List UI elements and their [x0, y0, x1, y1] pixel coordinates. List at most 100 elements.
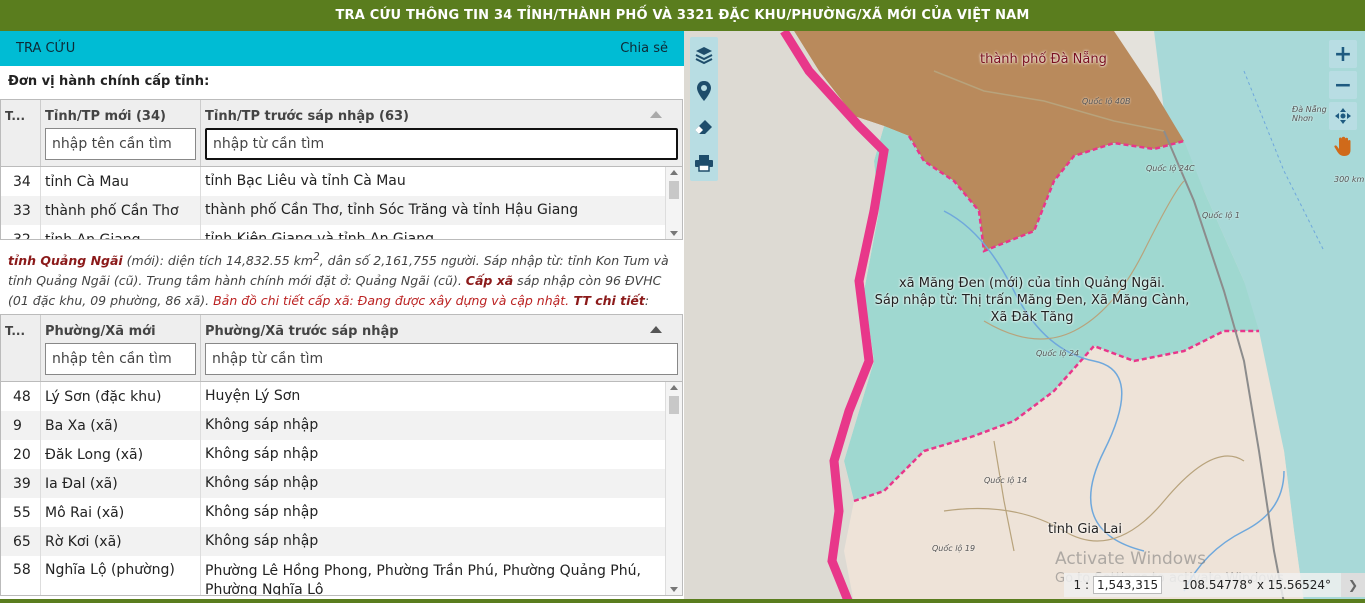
scroll-down-icon[interactable] [670, 231, 678, 236]
new-province-filter-input[interactable] [45, 128, 196, 160]
cell-new: Nghĩa Lộ (phường) [41, 556, 201, 595]
hand-icon[interactable] [1329, 133, 1357, 161]
table-row[interactable]: 20 Đăk Long (xã) Không sáp nhập [1, 440, 682, 469]
old-commune-filter-input[interactable] [205, 343, 678, 375]
road-label: Quốc lộ 19 [932, 544, 976, 553]
table-row[interactable]: 39 Ia Đal (xã) Không sáp nhập [1, 469, 682, 498]
map-statusbar: 1 : 1,543,315 108.54778° x 15.56524° ❯ [1063, 573, 1365, 597]
scale-value[interactable]: 1,543,315 [1093, 576, 1163, 594]
cell-old: Không sáp nhập [205, 417, 319, 434]
app-title: TRA CỨU THÔNG TIN 34 TỈNH/THÀNH PHỐ VÀ 3… [0, 0, 1365, 31]
scroll-up-icon[interactable] [670, 385, 678, 390]
road-label: Quốc lộ 24 [1036, 349, 1080, 358]
province-grid-scrollbar[interactable] [665, 167, 682, 239]
cell-stt: 48 [1, 382, 41, 411]
column-old-label: Phường/Xã trước sáp nhập [205, 323, 399, 339]
route-label: 300 km [1334, 175, 1365, 184]
map-note: Bản đồ chi tiết cấp xã: Đang được xây dự… [213, 293, 570, 309]
map-view[interactable]: thành phố Đà Nẵng xã Măng Đen (mới) của … [684, 31, 1365, 603]
selected-commune-label: xã Măng Đen (mới) của tỉnh Quảng Ngãi. S… [874, 276, 1190, 325]
cell-stt: 34 [1, 167, 41, 196]
commune-grid-header: T... Phường/Xã mới Phường/Xã trước sáp n… [1, 315, 682, 382]
road-label: Quốc lộ 40B [1082, 97, 1131, 106]
commune-grid-scrollbar[interactable] [665, 382, 682, 595]
eraser-icon[interactable] [690, 109, 718, 145]
scroll-thumb[interactable] [669, 396, 679, 414]
layers-icon[interactable] [690, 37, 718, 73]
map-toolbar [690, 37, 718, 181]
details-link[interactable]: TT chi tiết [569, 293, 645, 308]
cell-stt: 9 [1, 411, 41, 440]
table-row[interactable]: 32 tỉnh An Giang tỉnh Kiên Giang và tỉnh… [1, 225, 682, 239]
commune-grid: T... Phường/Xã mới Phường/Xã trước sáp n… [0, 314, 683, 596]
old-province-filter-input[interactable] [205, 128, 678, 160]
left-panel: TRA CỨU Chia sẻ Đơn vị hành chính cấp tỉ… [0, 31, 684, 603]
cell-new: Mô Rai (xã) [41, 498, 201, 527]
zoom-out-icon[interactable]: − [1329, 71, 1357, 99]
cell-old: Không sáp nhập [205, 475, 319, 492]
scroll-thumb[interactable] [669, 181, 679, 199]
commune-level-label: Cấp xã [465, 273, 514, 289]
table-row[interactable]: 33 thành phố Cần Thơ thành phố Cần Thơ, … [1, 196, 682, 225]
cell-stt: 32 [1, 225, 41, 239]
column-stt[interactable]: T... [1, 315, 41, 381]
search-tab[interactable]: TRA CỨU [16, 41, 75, 56]
cell-new: Lý Sơn (đặc khu) [41, 382, 201, 411]
cell-old: tỉnh Kiên Giang và tỉnh An Giang [201, 225, 682, 239]
new-commune-filter-input[interactable] [45, 343, 196, 375]
scroll-down-icon[interactable] [670, 587, 678, 592]
province-grid: T... Tỉnh/TP mới (34) Tỉnh/TP trước sáp … [0, 99, 683, 240]
column-new-commune[interactable]: Phường/Xã mới [41, 315, 201, 381]
cell-new: Đăk Long (xã) [41, 440, 201, 469]
cell-old: Phường Lê Hồng Phong, Phường Trần Phú, P… [205, 563, 641, 595]
commune-grid-body: 48 Lý Sơn (đặc khu) Huyện Lý Sơn 9 Ba Xa… [1, 382, 682, 595]
toolbar: TRA CỨU Chia sẻ [0, 31, 684, 66]
road-label: Quốc lộ 14 [984, 476, 1028, 485]
column-stt[interactable]: T... [1, 100, 41, 166]
sort-asc-icon[interactable] [650, 111, 662, 118]
province-name: tỉnh Quảng Ngãi [8, 253, 123, 269]
scroll-up-icon[interactable] [670, 170, 678, 175]
table-row[interactable]: 55 Mô Rai (xã) Không sáp nhập [1, 498, 682, 527]
province-grid-body: 34 tỉnh Cà Mau tỉnh Bạc Liêu và tỉnh Cà … [1, 167, 682, 239]
cell-old: thành phố Cần Thơ, tỉnh Sóc Trăng và tỉn… [205, 202, 579, 219]
column-old-province[interactable]: Tỉnh/TP trước sáp nhập (63) [201, 100, 682, 166]
cell-stt: 58 [1, 556, 41, 595]
cell-new: Rờ Kơi (xã) [41, 527, 201, 556]
table-row[interactable]: 48 Lý Sơn (đặc khu) Huyện Lý Sơn [1, 382, 682, 411]
cell-old: Huyện Lý Sơn [205, 388, 301, 405]
cell-new: tỉnh An Giang [41, 225, 201, 239]
province-grid-header: T... Tỉnh/TP mới (34) Tỉnh/TP trước sáp … [1, 100, 682, 167]
chevron-right-icon[interactable]: ❯ [1341, 573, 1365, 597]
column-new-province[interactable]: Tỉnh/TP mới (34) [41, 100, 201, 166]
table-row[interactable]: 9 Ba Xa (xã) Không sáp nhập [1, 411, 682, 440]
gialai-label: tỉnh Gia Lai [1048, 522, 1122, 537]
pan-icon[interactable] [1329, 102, 1357, 130]
share-link[interactable]: Chia sẻ [620, 41, 668, 56]
cell-new: thành phố Cần Thơ [41, 196, 201, 225]
cell-stt: 33 [1, 196, 41, 225]
table-row[interactable]: 65 Rờ Kơi (xã) Không sáp nhập [1, 527, 682, 556]
sort-asc-icon[interactable] [650, 326, 662, 333]
zoom-in-icon[interactable]: + [1329, 40, 1357, 68]
coordinates-readout: 108.54778° x 15.56524° [1182, 578, 1331, 592]
table-row[interactable]: 58 Nghĩa Lộ (phường) Phường Lê Hồng Phon… [1, 556, 682, 595]
cell-new: Ia Đal (xã) [41, 469, 201, 498]
column-old-commune[interactable]: Phường/Xã trước sáp nhập [201, 315, 682, 381]
province-info: tỉnh Quảng Ngãi (mới): diện tích 14,832.… [8, 251, 669, 309]
road-label: Quốc lộ 1 [1202, 211, 1240, 220]
bottom-border [0, 599, 1365, 603]
cell-stt: 20 [1, 440, 41, 469]
print-icon[interactable] [690, 145, 718, 181]
column-new-label: Tỉnh/TP mới (34) [45, 108, 166, 124]
cell-old: Không sáp nhập [205, 533, 319, 550]
scale-readout[interactable]: 1 : 1,543,315 [1064, 573, 1173, 597]
province-section-label: Đơn vị hành chính cấp tỉnh: [8, 74, 210, 89]
table-row[interactable]: 34 tỉnh Cà Mau tỉnh Bạc Liêu và tỉnh Cà … [1, 167, 682, 196]
column-stt-label: T... [5, 109, 26, 123]
cell-new: tỉnh Cà Mau [41, 167, 201, 196]
danang-label: thành phố Đà Nẵng [980, 52, 1107, 67]
column-stt-label: T... [5, 324, 26, 338]
location-pin-icon[interactable] [690, 73, 718, 109]
column-new-label: Phường/Xã mới [45, 323, 156, 339]
